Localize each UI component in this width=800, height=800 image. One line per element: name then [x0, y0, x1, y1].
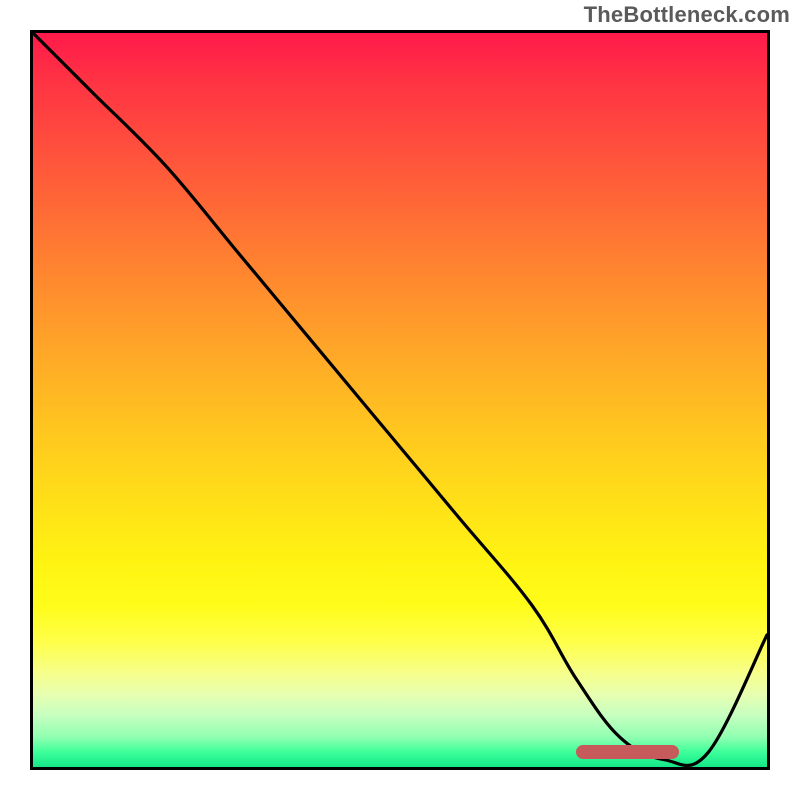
watermark-text: TheBottleneck.com [584, 2, 790, 28]
curve-svg [33, 33, 767, 767]
highlight-bar [576, 745, 679, 759]
chart-container: TheBottleneck.com [0, 0, 800, 800]
curve-path [33, 33, 767, 766]
plot-area [30, 30, 770, 770]
